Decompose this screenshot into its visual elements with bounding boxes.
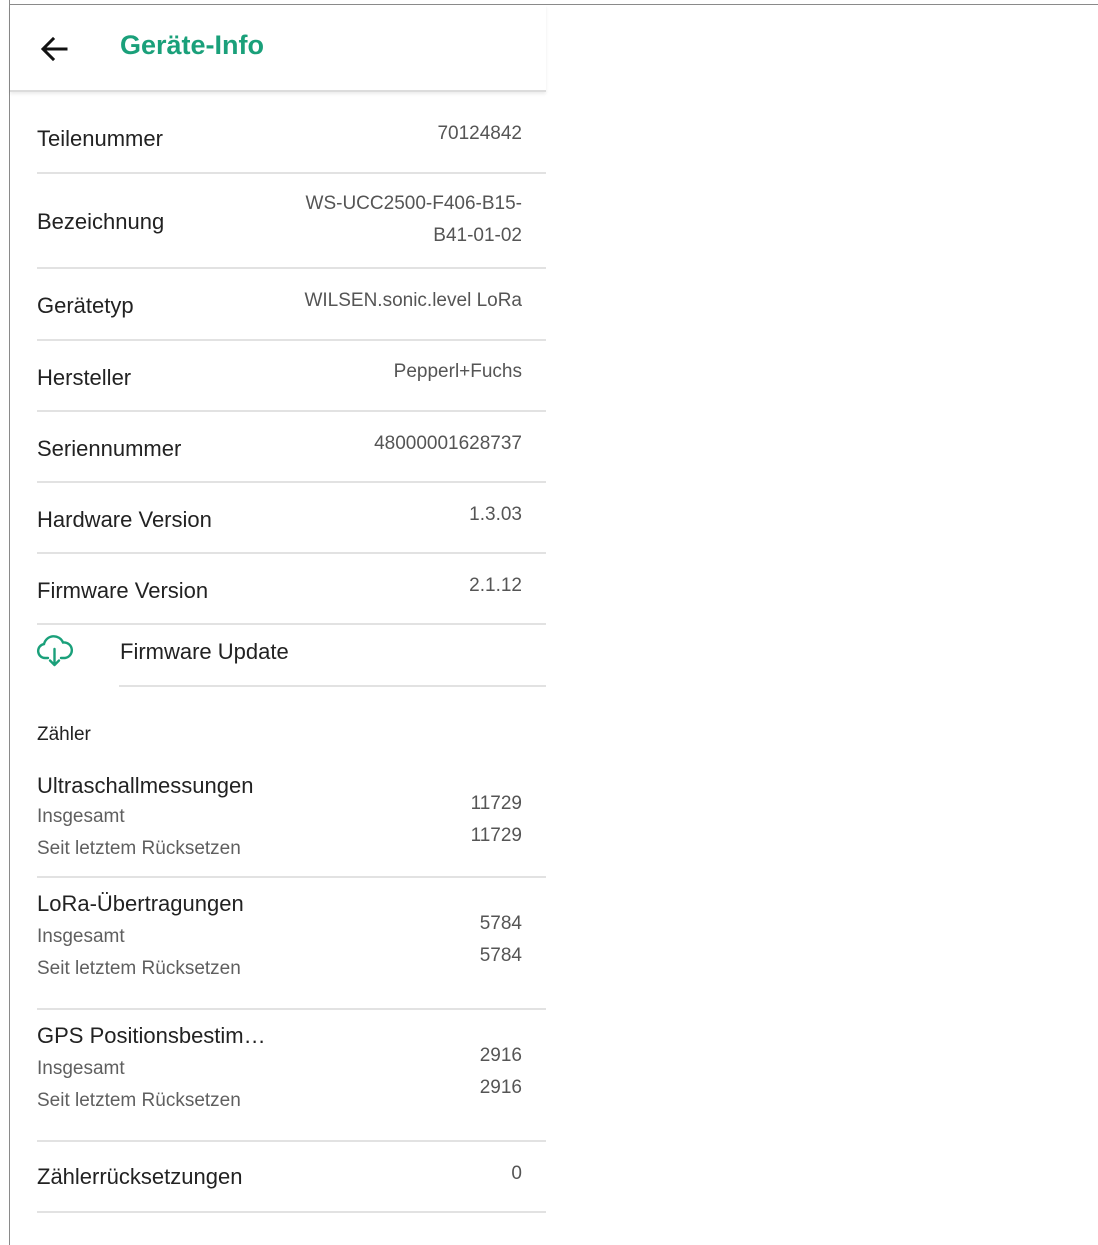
counter-total-label: Insgesamt [37, 1058, 125, 1079]
counter-reset-count-label: Zählerrücksetzungen [37, 1164, 243, 1189]
info-row-value: 70124842 [437, 123, 522, 144]
counter-total-value: 11729 [470, 793, 522, 814]
counter-gps-position-fixes: GPS Positionsbestim… Insgesamt Seit letz… [37, 1010, 546, 1142]
app-bar: Geräte-Info [10, 5, 546, 92]
counters-section-header: Zähler [10, 687, 546, 760]
cloud-download-icon [36, 635, 74, 667]
counter-title: GPS Positionsbestim… [37, 1023, 266, 1048]
info-row-label: Seriennummer [37, 436, 182, 461]
info-row-manufacturer: Hersteller Pepperl+Fuchs [37, 341, 546, 412]
info-row-value-line2: B41-01-02 [433, 225, 522, 246]
section-title: Zähler [37, 724, 91, 745]
info-row-value: 2.1.12 [469, 575, 522, 596]
counter-reset-label: Seit letztem Rücksetzen [37, 1090, 241, 1111]
info-row-label: Hardware Version [37, 507, 212, 532]
counter-reset-value: 5784 [479, 945, 522, 966]
counter-title: Ultraschallmessungen [37, 773, 254, 798]
counter-reset-label: Seit letztem Rücksetzen [37, 958, 241, 979]
info-row-label: Gerätetyp [37, 293, 134, 318]
counter-reset-value: 11729 [470, 825, 522, 846]
info-row-firmware-version: Firmware Version 2.1.12 [37, 554, 546, 625]
back-arrow-icon[interactable] [38, 33, 70, 65]
firmware-update-label: Firmware Update [120, 639, 289, 664]
counter-title: LoRa-Übertragungen [37, 891, 244, 916]
counter-ultrasonic-measurements: Ultraschallmessungen Insgesamt Seit letz… [37, 760, 546, 878]
info-row-value: Pepperl+Fuchs [393, 361, 522, 382]
counter-total-value: 2916 [479, 1045, 522, 1066]
info-row-label: Firmware Version [37, 578, 209, 603]
counter-total-label: Insgesamt [37, 806, 125, 827]
device-info-panel: Geräte-Info Teilenummer 70124842 Bezeich… [10, 5, 546, 1213]
info-row-serial-number: Seriennummer 48000001628737 [37, 412, 546, 483]
info-row-value: 1.3.03 [469, 504, 522, 525]
info-row-value: WILSEN.sonic.level LoRa [304, 290, 522, 311]
counter-lora-transmissions: LoRa-Übertragungen Insgesamt Seit letzte… [37, 878, 546, 1010]
info-row-label: Hersteller [37, 365, 132, 390]
counter-reset-count-row: Zählerrücksetzungen 0 [37, 1142, 546, 1213]
info-row-device-type: Gerätetyp WILSEN.sonic.level LoRa [37, 269, 546, 341]
info-row-designation: Bezeichnung WS-UCC2500-F406-B15- B41-01-… [37, 174, 546, 269]
info-row-label: Teilenummer [37, 126, 163, 151]
counter-total-label: Insgesamt [37, 926, 125, 947]
page-title: Geräte-Info [120, 30, 265, 60]
info-row-part-number: Teilenummer 70124842 [37, 92, 546, 174]
info-row-value: 48000001628737 [374, 433, 522, 454]
firmware-update-button[interactable]: Firmware Update [10, 625, 546, 687]
info-row-value: WS-UCC2500-F406-B15- [305, 193, 522, 214]
info-row-hardware-version: Hardware Version 1.3.03 [37, 483, 546, 554]
counter-reset-count-value: 0 [511, 1163, 522, 1184]
info-row-label: Bezeichnung [37, 209, 165, 234]
counter-total-value: 5784 [479, 913, 522, 934]
counter-reset-value: 2916 [479, 1077, 522, 1098]
counter-reset-label: Seit letztem Rücksetzen [37, 838, 241, 859]
